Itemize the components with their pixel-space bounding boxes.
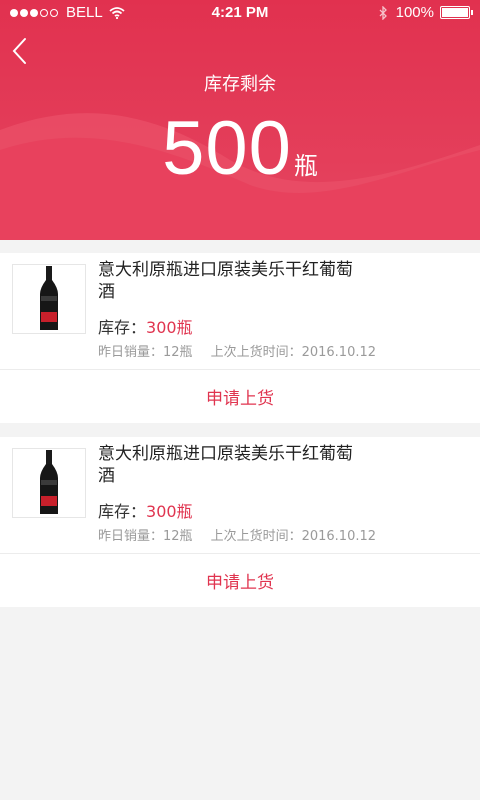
product-image [12,264,86,334]
restock-value: 2016.10.12 [301,529,377,544]
wine-bottle-icon [40,450,58,514]
sales-label: 昨日销量： [98,345,164,360]
restock-label: 上次上货时间： [210,529,302,544]
product-stock: 库存：300瓶 [98,498,193,522]
request-restock-button[interactable]: 申请上货 [0,553,480,607]
product-image [12,448,86,518]
battery-percent: 100% [395,4,434,21]
product-card: 意大利原瓶进口原装美乐干红葡萄酒 库存：300瓶 昨日销量：12瓶 上次上货时间：… [0,253,480,423]
chevron-left-icon [12,38,26,64]
page-title: 库存剩余 [204,74,276,95]
bluetooth-icon [379,5,387,20]
stock-value: 300瓶 [146,502,193,521]
stock-total: 500瓶 [0,105,480,192]
product-stock: 库存：300瓶 [98,314,193,338]
request-restock-button[interactable]: 申请上货 [0,369,480,423]
header: BELL 4:21 PM 100% 库存剩余 500瓶 [0,0,480,240]
stock-value: 300瓶 [146,318,193,337]
product-meta: 昨日销量：12瓶 上次上货时间：2016.10.12 [98,525,376,544]
product-info[interactable]: 意大利原瓶进口原装美乐干红葡萄酒 库存：300瓶 昨日销量：12瓶 上次上货时间：… [0,253,480,369]
stock-total-unit: 瓶 [293,152,318,180]
product-meta: 昨日销量：12瓶 上次上货时间：2016.10.12 [98,341,376,360]
stock-label: 库存： [98,318,147,337]
back-button[interactable] [8,34,38,68]
stock-label: 库存： [98,502,147,521]
sales-label: 昨日销量： [98,529,164,544]
product-name: 意大利原瓶进口原装美乐干红葡萄酒 [98,444,353,486]
battery-icon [440,6,473,19]
product-info[interactable]: 意大利原瓶进口原装美乐干红葡萄酒 库存：300瓶 昨日销量：12瓶 上次上货时间：… [0,437,480,553]
product-card: 意大利原瓶进口原装美乐干红葡萄酒 库存：300瓶 昨日销量：12瓶 上次上货时间：… [0,437,480,607]
restock-value: 2016.10.12 [301,345,377,360]
stock-total-value: 500 [162,106,292,191]
wine-bottle-icon [40,266,58,330]
status-bar: BELL 4:21 PM 100% [0,0,480,26]
sales-value: 12瓶 [163,529,193,544]
product-name: 意大利原瓶进口原装美乐干红葡萄酒 [98,260,353,302]
restock-label: 上次上货时间： [210,345,302,360]
sales-value: 12瓶 [163,345,193,360]
